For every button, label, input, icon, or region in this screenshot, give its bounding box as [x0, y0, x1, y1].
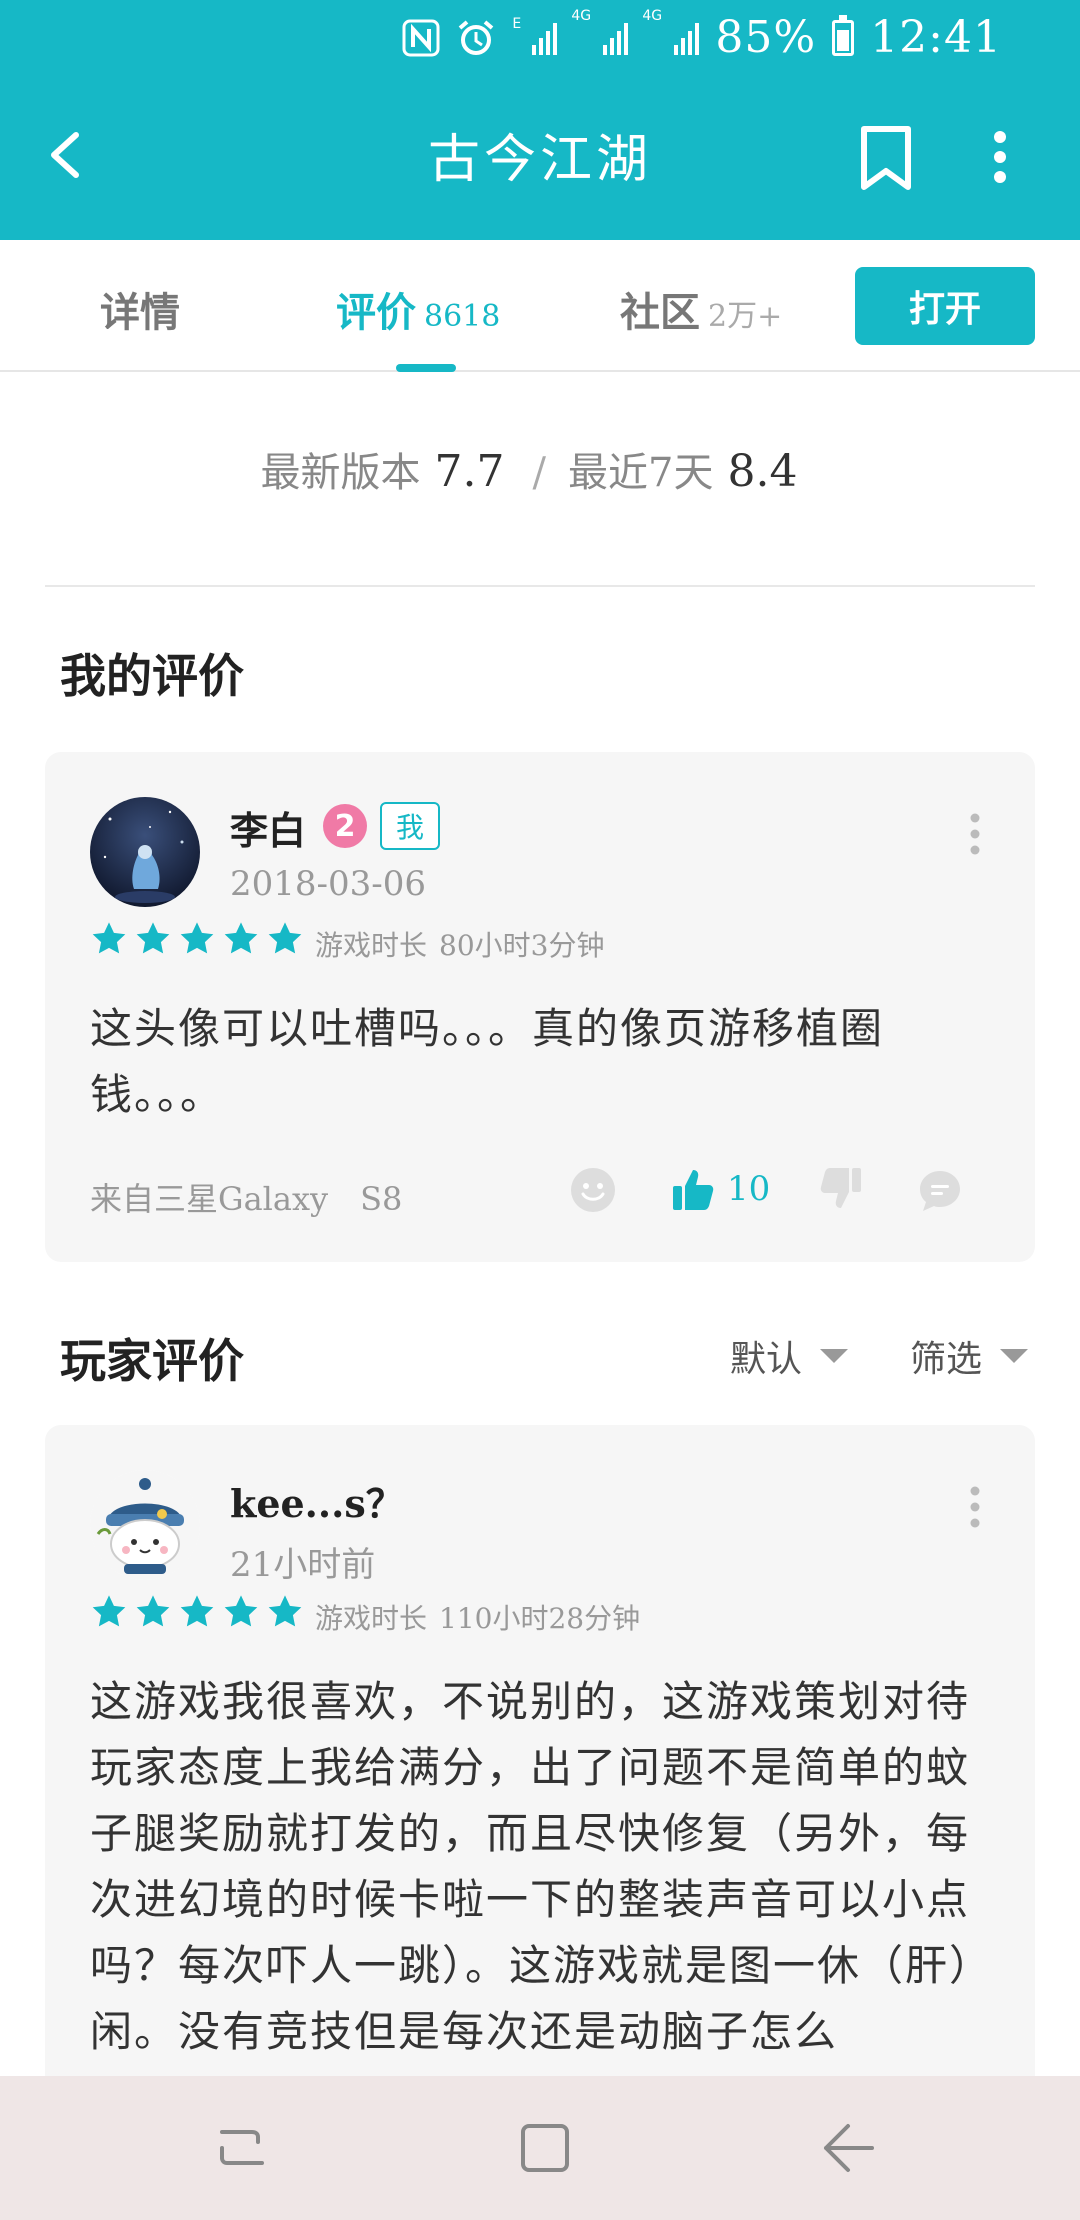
- chevron-down-icon: [1000, 1349, 1029, 1363]
- play-time-label: 游戏时长: [315, 1602, 428, 1635]
- status-bar: E 4G 4G 85% 12:41: [0, 0, 1080, 75]
- star-icon: [92, 1595, 126, 1627]
- tab-details-label: 详情: [100, 289, 180, 336]
- star-icon: [92, 922, 126, 954]
- thumbs-up-icon: [673, 1170, 714, 1210]
- review-text[interactable]: 这游戏我很喜欢，不说别的，这游戏策划对待玩家态度上我给满分，出了问题不是简单的蚊…: [90, 1669, 995, 2065]
- rating-summary: 最新版本 7.7 / 最近7天 8.4: [0, 440, 1080, 498]
- like-count: 10: [727, 1169, 771, 1209]
- bookmark-icon[interactable]: [856, 123, 916, 193]
- star-icon: [180, 1595, 214, 1627]
- star-icon: [268, 922, 302, 954]
- review-date: 21小时前: [230, 1545, 376, 1585]
- filter-dropdown[interactable]: 筛选: [910, 1330, 1029, 1382]
- play-time-value: 110小时28分钟: [439, 1602, 641, 1635]
- level-badge: 2: [323, 804, 367, 848]
- star-icon: [224, 922, 258, 954]
- reviewer-name[interactable]: 李白: [230, 800, 306, 855]
- star-rating: [90, 1593, 304, 1631]
- active-tab-indicator: [396, 364, 456, 372]
- device-label: 来自三星Galaxy S8: [90, 1180, 403, 1218]
- signal-e-icon: E: [512, 17, 558, 55]
- signal-4g-2g-icon: 4G: [642, 9, 700, 55]
- player-reviews-title: 玩家评价: [60, 1334, 244, 1388]
- clock: 12:41: [870, 12, 1002, 63]
- like-button[interactable]: 10: [671, 1166, 770, 1212]
- signal-4g-icon: 4G: [571, 9, 629, 55]
- rating-separator: /: [532, 450, 547, 496]
- more-vertical-icon[interactable]: [965, 1483, 985, 1531]
- play-time-value: 80小时3分钟: [439, 929, 605, 962]
- home-icon[interactable]: [515, 2118, 575, 2178]
- me-tag: 我: [380, 802, 440, 850]
- star-rating: [90, 920, 304, 958]
- chevron-down-icon: [820, 1349, 849, 1363]
- my-review-title: 我的评价: [60, 649, 244, 703]
- review-text[interactable]: 这头像可以吐槽吗。。。真的像页游移植圈钱。。。: [90, 996, 995, 1128]
- star-icon: [180, 922, 214, 954]
- latest-version-score: 7.7: [434, 446, 505, 497]
- recent-7-days-score: 8.4: [727, 446, 798, 497]
- star-icon: [136, 1595, 170, 1627]
- latest-version-label: 最新版本: [260, 450, 421, 496]
- tab-reviews-label: 评价: [336, 289, 416, 336]
- tab-reviews[interactable]: 评价 8618: [336, 280, 500, 338]
- dislike-button[interactable]: [817, 1166, 863, 1212]
- back-nav-icon[interactable]: [818, 2118, 878, 2178]
- app-bar: 古今江湖: [0, 75, 1080, 240]
- signal-4g-label: 4G: [571, 7, 592, 24]
- recent-7-days-label: 最近7天: [568, 450, 714, 496]
- reviewer-name[interactable]: kee...s？: [230, 1473, 404, 1528]
- alarm-icon: [456, 18, 496, 58]
- my-review-card[interactable]: 李白 2 我 2018-03-06 游戏时长 80小时3分钟 这头像可以吐槽吗。。…: [45, 752, 1035, 1262]
- system-nav-bar: [0, 2076, 1080, 2220]
- battery-icon: [832, 14, 855, 56]
- tab-bar: 详情 评价 8618 社区 2万+ 打开: [0, 240, 1080, 372]
- tab-reviews-count: 8618: [424, 299, 501, 334]
- tab-community[interactable]: 社区 2万+: [620, 280, 782, 338]
- recent-apps-icon[interactable]: [212, 2118, 272, 2178]
- sort-dropdown[interactable]: 默认: [730, 1330, 849, 1382]
- more-vertical-icon[interactable]: [965, 810, 985, 858]
- avatar[interactable]: [90, 1470, 200, 1580]
- star-icon: [224, 1595, 258, 1627]
- page-title: 古今江湖: [427, 130, 652, 190]
- battery-percent: 85%: [715, 12, 817, 63]
- sort-label: 默认: [730, 1339, 803, 1380]
- nfc-icon: [402, 19, 440, 57]
- filter-label: 筛选: [910, 1339, 983, 1380]
- thumbs-down-icon: [820, 1168, 861, 1208]
- signal-4g2g-label: 4G: [642, 7, 663, 24]
- tab-community-count: 2万+: [708, 299, 783, 334]
- open-button[interactable]: 打开: [855, 267, 1035, 345]
- app-screen: E 4G 4G 85% 12:41 古今江湖 详情 评价 8618 社区 2万+…: [0, 0, 1080, 2220]
- player-review-card[interactable]: kee...s？ 21小时前 游戏时长 110小时28分钟 这游戏我很喜欢，不说别…: [45, 1425, 1035, 2125]
- play-time-label: 游戏时长: [315, 929, 428, 962]
- review-date: 2018-03-06: [230, 864, 427, 904]
- tab-community-label: 社区: [620, 289, 700, 336]
- signal-e-label: E: [512, 15, 522, 32]
- avatar[interactable]: [90, 797, 200, 907]
- tab-details[interactable]: 详情: [100, 280, 180, 338]
- divider: [45, 585, 1035, 587]
- play-time: 游戏时长 80小时3分钟: [315, 924, 604, 964]
- emoji-icon[interactable]: [569, 1166, 617, 1214]
- comment-icon[interactable]: [917, 1168, 963, 1214]
- more-vertical-icon[interactable]: [980, 127, 1020, 187]
- star-icon: [136, 922, 170, 954]
- play-time: 游戏时长 110小时28分钟: [315, 1597, 640, 1637]
- star-icon: [268, 1595, 302, 1627]
